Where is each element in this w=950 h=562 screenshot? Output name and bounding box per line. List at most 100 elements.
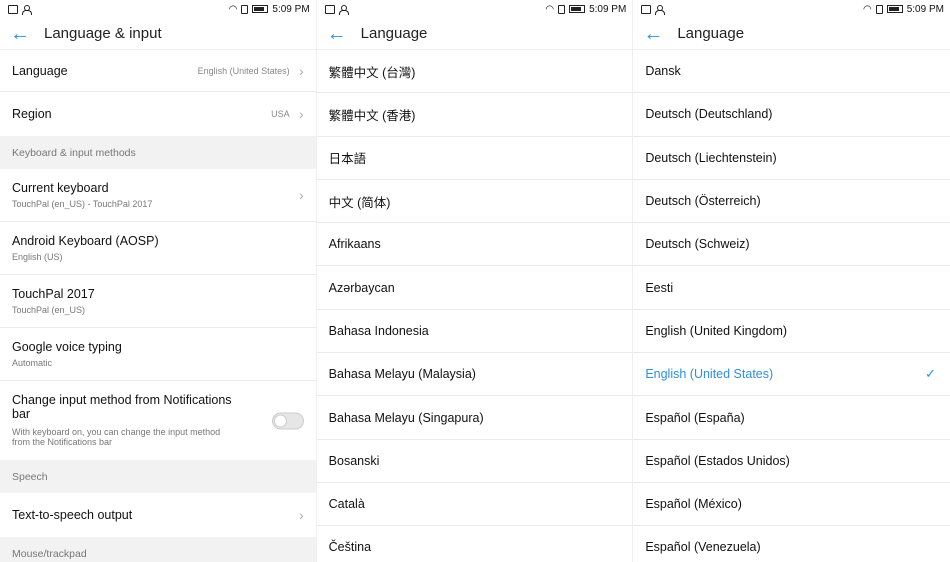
language-item[interactable]: Afrikaans (316, 223, 633, 267)
change-input-method-row[interactable]: Change input method from Notifications b… (0, 381, 316, 460)
panel-language-list-1: ◠ 5:09 PM ← Language 繁體中文 (台灣) 繁體中文 (香港) 日本… (316, 0, 634, 562)
current-keyboard-sub: TouchPal (en_US) - TouchPal 2017 (12, 199, 153, 209)
gallery-icon (641, 4, 652, 14)
vibrate-icon (875, 4, 883, 14)
google-voice-typing-label: Google voice typing (12, 340, 122, 354)
language-item-label: 繁體中文 (香港) (328, 108, 416, 123)
section-header-speech: Speech (0, 460, 316, 493)
app-bar: ← Language (633, 18, 950, 50)
page-title: Language & input (44, 25, 162, 42)
language-item[interactable]: Bosanski (316, 440, 633, 483)
language-item[interactable]: Deutsch (Deutschland) (633, 93, 950, 137)
tts-label: Text-to-speech output (12, 508, 133, 522)
language-item[interactable]: Català (316, 483, 633, 527)
battery-icon (886, 5, 903, 13)
language-row[interactable]: Language English (United States) › (0, 50, 316, 92)
status-time: 5:09 PM (589, 3, 627, 15)
language-item[interactable]: English (United Kingdom) (633, 310, 950, 354)
language-item[interactable]: Deutsch (Schweiz) (633, 223, 950, 267)
status-bar: ◠ 5:09 PM (0, 0, 316, 18)
gallery-icon (8, 4, 18, 14)
battery-icon (252, 5, 269, 13)
wifi-icon: ◠ (228, 3, 238, 15)
language-label: Language (12, 63, 68, 78)
back-arrow-icon[interactable]: ← (643, 24, 677, 44)
language-item[interactable]: Bahasa Melayu (Malaysia) (316, 353, 633, 397)
person-icon (338, 4, 349, 15)
person-icon (655, 4, 666, 15)
language-item[interactable]: 繁體中文 (台灣) (316, 50, 633, 94)
language-list: 繁體中文 (台灣) 繁體中文 (香港) 日本語中文 (简体) Afrikaans Azə… (316, 50, 633, 562)
language-item[interactable]: Bahasa Melayu (Singapura) (316, 396, 633, 440)
language-item[interactable]: Deutsch (Österreich) (633, 180, 950, 224)
region-row[interactable]: Region USA › (0, 92, 316, 136)
page-title: Language (677, 25, 745, 42)
language-item-label: Bahasa Melayu (Singapura) (328, 410, 484, 425)
touchpal-sub: TouchPal (en_US) (12, 305, 86, 315)
section-header-mouse: Mouse/trackpad (0, 537, 316, 562)
language-item-label: Deutsch (Liechtenstein) (645, 150, 777, 165)
language-item-label: 繁體中文 (台灣) (328, 65, 416, 80)
language-item-label: 日本語 (328, 152, 367, 167)
current-keyboard-row[interactable]: Current keyboard TouchPal (en_US) - Touc… (0, 169, 316, 222)
chevron-right-icon: › (298, 187, 304, 203)
aosp-keyboard-row[interactable]: Android Keyboard (AOSP) English (US) (0, 222, 316, 275)
language-item-label: English (United States) (645, 367, 774, 382)
vibrate-icon (558, 4, 566, 14)
status-bar: ◠ 5:09 PM (633, 0, 950, 18)
language-item-label: English (United Kingdom) (645, 323, 788, 338)
language-item-label: Afrikaans (328, 237, 381, 252)
back-arrow-icon[interactable]: ← (327, 24, 361, 44)
status-time: 5:09 PM (906, 3, 944, 15)
language-item[interactable]: Deutsch (Liechtenstein) (633, 137, 950, 180)
language-item-label: Deutsch (Österreich) (645, 194, 761, 209)
language-item[interactable]: Español (Venezuela) (633, 526, 950, 562)
page-title: Language (360, 25, 428, 42)
language-item[interactable]: Dansk (633, 50, 950, 94)
region-value: USA (271, 109, 290, 119)
wifi-icon: ◠ (545, 3, 555, 15)
language-item-label: Deutsch (Deutschland) (645, 107, 773, 122)
language-item-label: Español (Venezuela) (645, 540, 761, 555)
panel-language-input: ◠ 5:09 PM ← Language & input Language Eng… (0, 0, 317, 562)
language-item[interactable]: 繁體中文 (香港) (316, 93, 633, 137)
aosp-keyboard-sub: English (US) (12, 252, 63, 262)
language-item-label: Bahasa Indonesia (328, 323, 429, 338)
language-item[interactable]: Azərbaycan (316, 266, 633, 310)
change-input-method-label: Change input method from Notifications b… (12, 393, 232, 421)
google-voice-typing-row[interactable]: Google voice typing Automatic (0, 328, 316, 381)
battery-icon (569, 5, 586, 13)
app-bar: ← Language (316, 18, 633, 50)
language-item-label: Čeština (328, 540, 372, 555)
tts-row[interactable]: Text-to-speech output › (0, 493, 316, 537)
language-item[interactable]: Bahasa Indonesia (316, 310, 633, 354)
language-item-label: Deutsch (Schweiz) (645, 237, 750, 252)
change-input-method-toggle[interactable] (271, 412, 304, 429)
language-item-label: Azərbaycan (328, 280, 395, 295)
language-item[interactable]: Čeština (317, 526, 633, 562)
language-item[interactable]: 日本語 (316, 137, 633, 180)
section-header-keyboard: Keyboard & input methods (0, 136, 316, 169)
status-bar: ◠ 5:09 PM (317, 0, 633, 18)
gallery-icon (324, 4, 335, 14)
language-item[interactable]: Español (México) (633, 483, 950, 527)
touchpal-row[interactable]: TouchPal 2017 TouchPal (en_US) (0, 275, 316, 328)
language-item[interactable]: Eesti (633, 266, 950, 310)
language-item[interactable]: English (United States) ✓ (633, 353, 950, 397)
language-item[interactable]: Español (España) (633, 396, 950, 440)
vibrate-icon (241, 4, 249, 14)
panel-language-list-2: ◠ 5:09 PM ← Language Dansk Deutsch (Deutsc… (633, 0, 950, 562)
language-value: English (United States) (197, 65, 290, 76)
wifi-icon: ◠ (862, 3, 872, 15)
toggle-knob (273, 414, 287, 427)
person-icon (22, 4, 32, 15)
language-item-label: Español (Estados Unidos) (645, 453, 790, 468)
back-arrow-icon[interactable]: ← (10, 24, 44, 44)
language-item-label: Bosanski (328, 453, 380, 468)
language-item-label: Dansk (645, 64, 681, 79)
language-item[interactable]: 中文 (简体) (316, 180, 633, 224)
current-keyboard-label: Current keyboard (12, 181, 109, 195)
change-input-method-sub: With keyboard on, you can change the inp… (12, 427, 221, 447)
language-item[interactable]: Español (Estados Unidos) (633, 440, 950, 483)
status-time: 5:09 PM (272, 3, 310, 15)
